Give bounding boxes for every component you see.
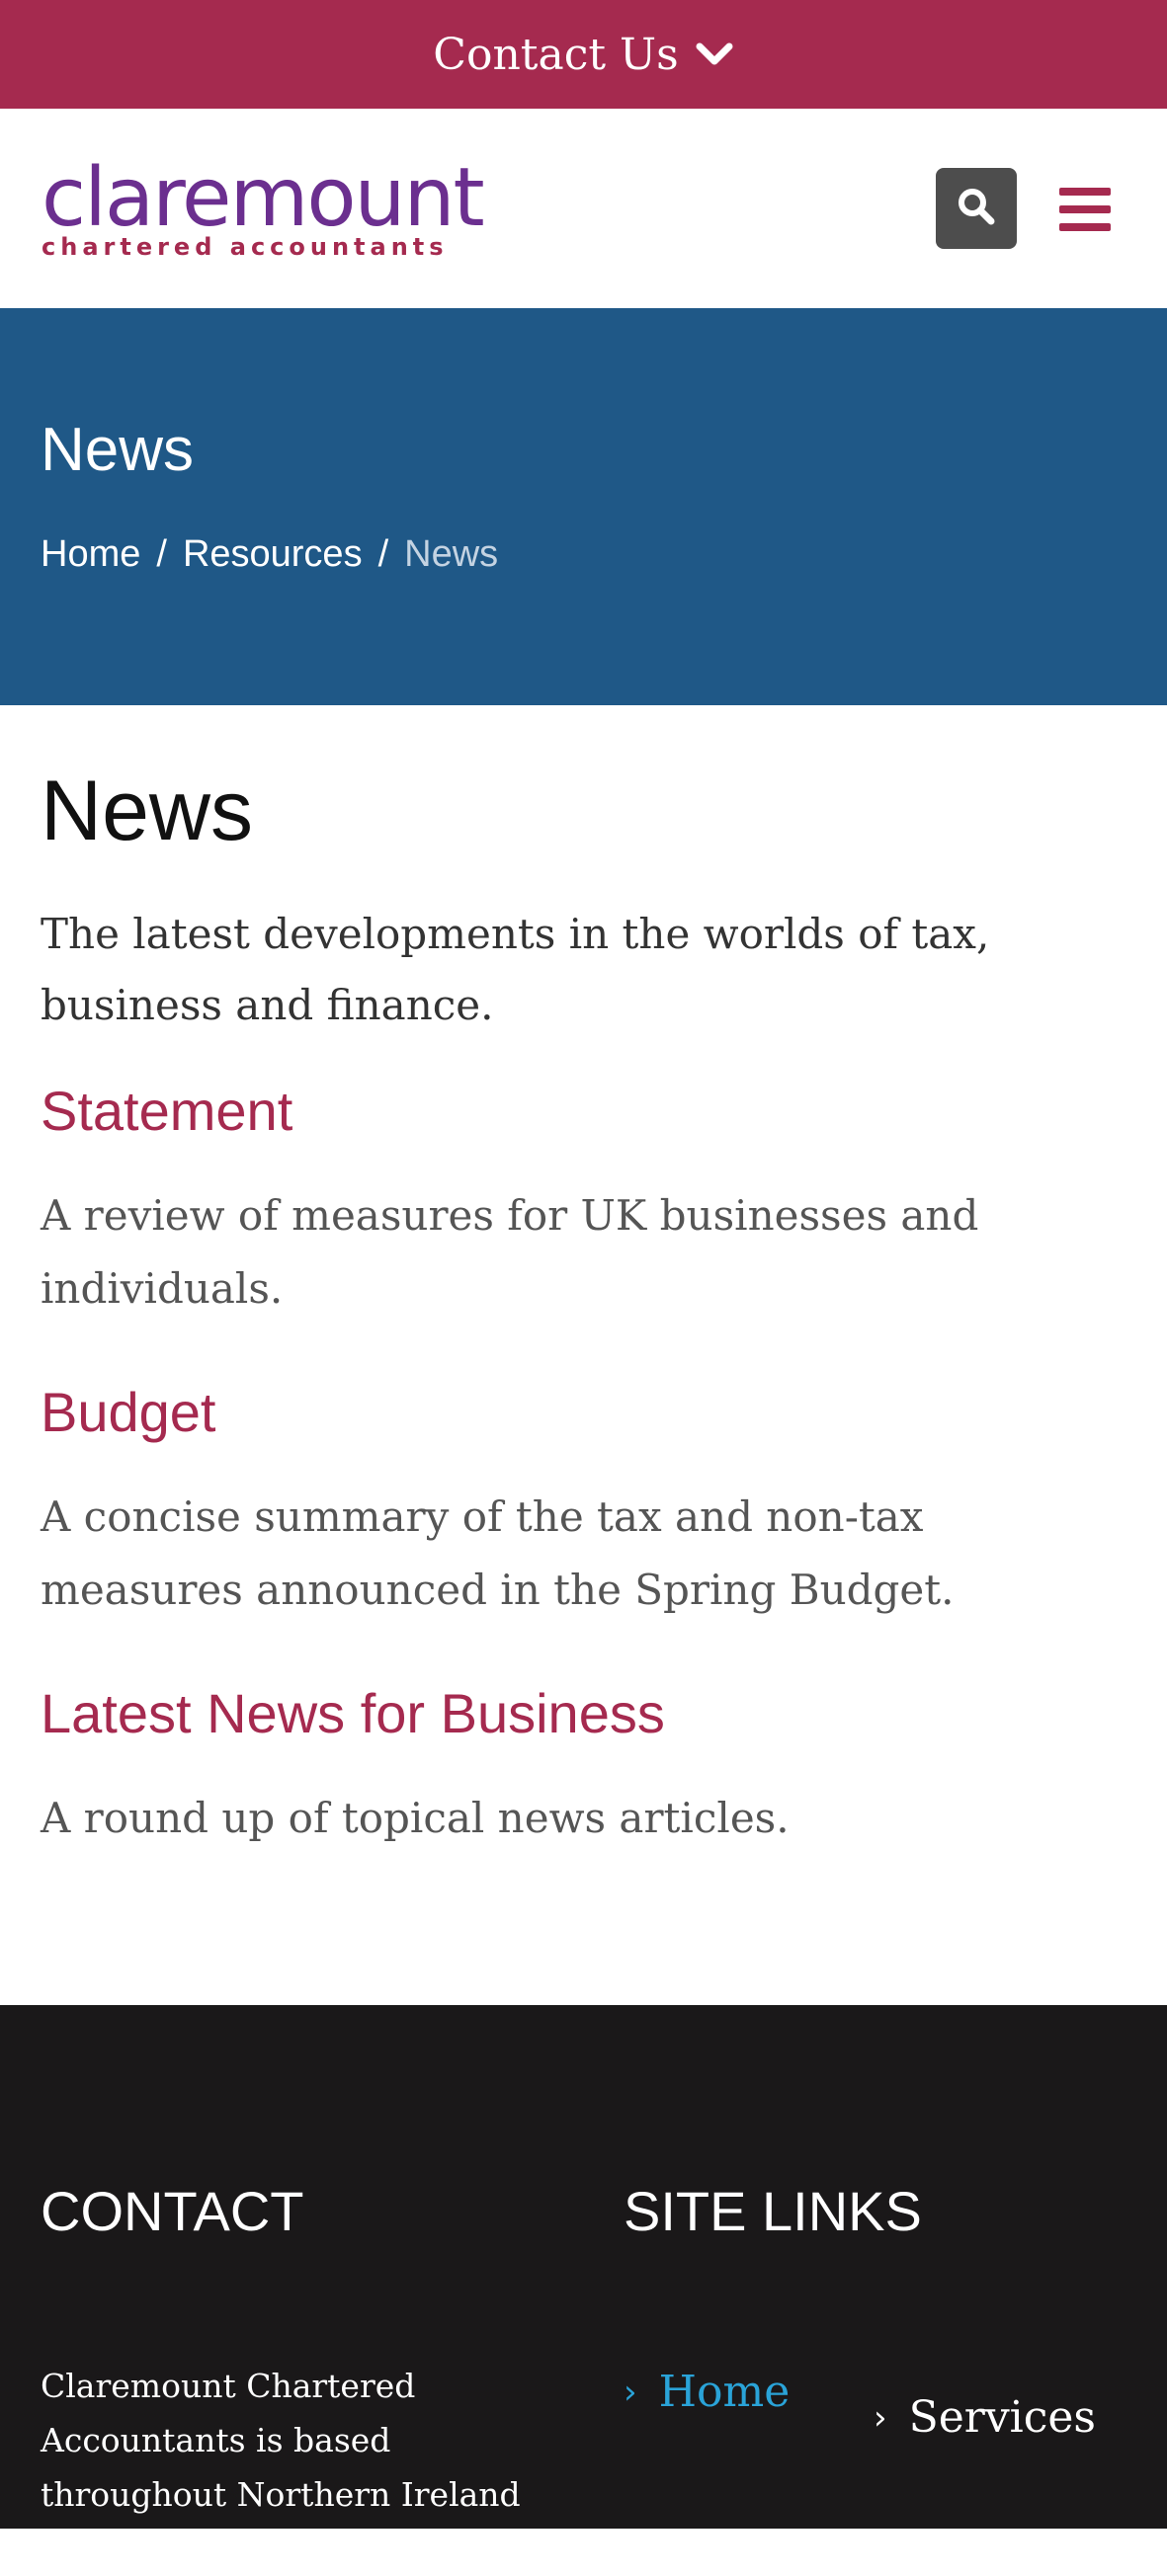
section-text-statement: A review of measures for UK businesses a… — [41, 1191, 979, 1313]
search-icon — [956, 186, 997, 232]
footer-contact-text: Claremount Chartered Accountants is base… — [41, 2367, 521, 2568]
site-logo[interactable]: claremount chartered accountants — [42, 151, 485, 262]
section-title-budget[interactable]: Budget — [41, 1380, 216, 1444]
chevron-right-icon: › — [874, 2397, 887, 2438]
search-button[interactable] — [936, 168, 1017, 249]
breadcrumb-separator: / — [156, 533, 167, 575]
logo-wordmark: claremount — [42, 151, 485, 245]
breadcrumb: Home / Resources / News — [41, 533, 498, 576]
footer-contact-heading: CONTACT — [41, 2180, 304, 2242]
page-intro: The latest developments in the worlds of… — [41, 910, 990, 1029]
logo-tagline: chartered accountants — [42, 233, 449, 261]
footer-links-heading: SITE LINKS — [624, 2180, 922, 2242]
footer-link-home[interactable]: › Home — [624, 2367, 790, 2417]
site-header: claremount chartered accountants — [0, 109, 1167, 308]
chevron-right-icon: › — [624, 2372, 637, 2412]
footer-link-services[interactable]: › Services — [874, 2392, 1096, 2443]
page-title: News — [41, 764, 254, 858]
footer-link-label: Home — [658, 2367, 791, 2417]
contact-us-label: Contact Us — [433, 29, 679, 80]
hamburger-icon[interactable] — [1059, 188, 1111, 231]
section-text-latest-news: A round up of topical news articles. — [41, 1794, 790, 1842]
hero-title: News — [41, 416, 195, 484]
contact-us-bar[interactable]: Contact Us — [0, 0, 1167, 109]
section-title-latest-news[interactable]: Latest News for Business — [41, 1681, 665, 1745]
section-text-budget: A concise summary of the tax and non-tax… — [41, 1492, 955, 1614]
breadcrumb-separator: / — [377, 533, 389, 575]
breadcrumb-home[interactable]: Home — [41, 533, 140, 576]
breadcrumb-current: News — [404, 533, 499, 575]
section-title-statement[interactable]: Statement — [41, 1079, 292, 1143]
page-hero: News Home / Resources / News — [0, 308, 1167, 705]
chevron-down-icon — [695, 35, 734, 74]
site-footer: CONTACT SITE LINKS Claremount Chartered … — [0, 2005, 1167, 2568]
breadcrumb-resources[interactable]: Resources — [183, 533, 363, 576]
footer-link-label: Services — [908, 2392, 1097, 2443]
